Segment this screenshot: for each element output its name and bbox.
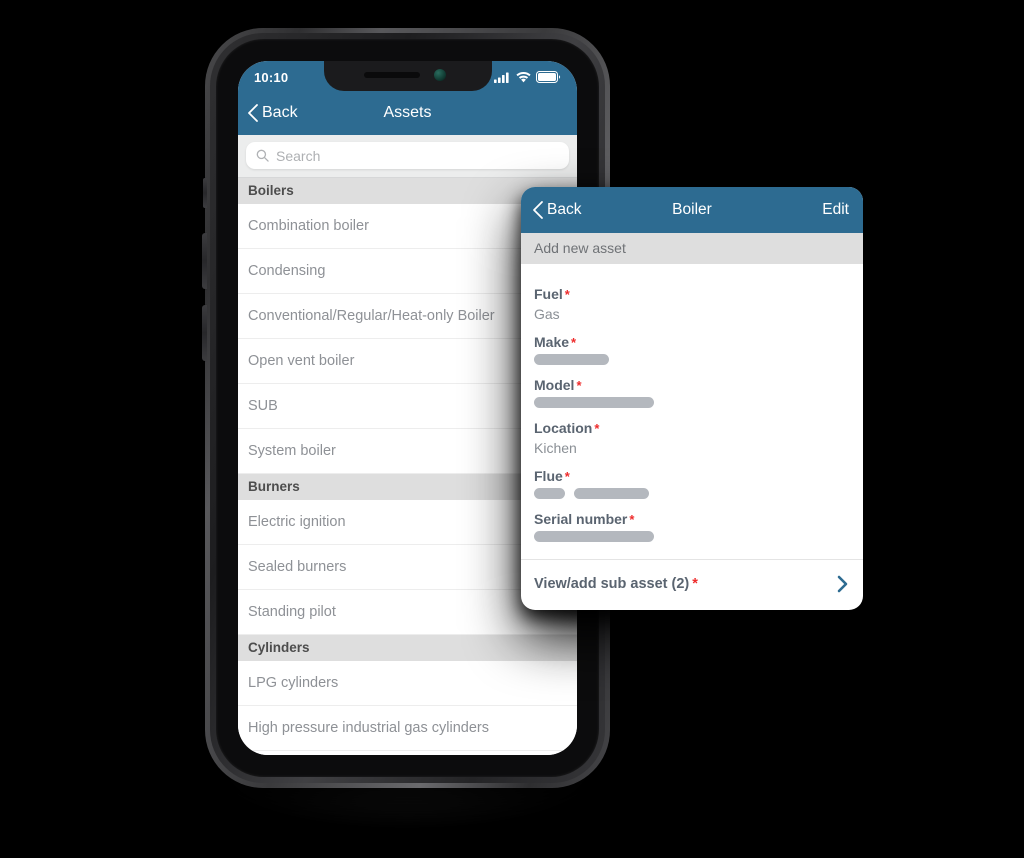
add-new-asset-label[interactable]: Add new asset (521, 233, 863, 264)
chevron-right-icon-wrap (836, 574, 849, 594)
mute-switch-button[interactable] (203, 178, 207, 208)
back-button[interactable]: Back (238, 103, 298, 123)
field-group: Serial number * (534, 511, 850, 542)
earpiece-speaker (363, 72, 420, 78)
field-group: Flue * (534, 468, 850, 499)
field-label: Serial number * (534, 511, 850, 527)
field-group: Location * Kichen (534, 420, 850, 456)
required-asterisk: * (594, 421, 600, 436)
field-value[interactable]: Kichen (534, 440, 850, 456)
field-label-text: Make (534, 334, 570, 350)
field-value-redacted[interactable] (534, 531, 850, 542)
search-bar-container: Search (238, 135, 577, 178)
battery-icon (536, 71, 561, 83)
sub-asset-label: View/add sub asset (2) * (534, 576, 698, 592)
search-placeholder: Search (276, 147, 321, 164)
back-button-label: Back (262, 104, 298, 121)
required-asterisk: * (692, 576, 698, 592)
field-value-redacted[interactable] (534, 488, 850, 499)
search-input[interactable]: Search (246, 142, 569, 169)
redaction-bar (574, 488, 649, 499)
redaction-bar (534, 354, 609, 365)
chevron-right-icon (837, 575, 848, 593)
search-icon (256, 149, 269, 162)
list-item[interactable]: High pressure industrial gas cylinders (238, 706, 577, 751)
redaction-bar (534, 397, 654, 408)
field-label-text: Flue (534, 468, 563, 484)
section-header: Cylinders (238, 635, 577, 661)
phone-nav-bar: Back Assets (238, 91, 577, 135)
field-label: Fuel * (534, 286, 850, 302)
field-label: Flue * (534, 468, 850, 484)
chevron-left-icon (533, 201, 543, 219)
field-value-redacted[interactable] (534, 397, 850, 408)
wifi-icon (516, 71, 531, 82)
required-asterisk: * (629, 512, 635, 527)
edit-button[interactable]: Edit (822, 201, 849, 219)
field-label-text: Location (534, 420, 593, 436)
field-label-text: Model (534, 377, 575, 393)
field-value[interactable]: Gas (534, 306, 850, 322)
card-back-label: Back (547, 201, 582, 218)
required-asterisk: * (571, 335, 577, 350)
status-time: 10:10 (254, 69, 289, 85)
field-group: Model * (534, 377, 850, 408)
volume-up-button[interactable] (202, 233, 207, 289)
field-group: Make * (534, 334, 850, 365)
boiler-detail-card: Back Boiler Edit Add new asset Fuel * Gas M… (521, 187, 863, 610)
card-back-button[interactable]: Back (521, 200, 581, 220)
status-icon-group (494, 69, 561, 83)
required-asterisk: * (564, 469, 570, 484)
phone-notch (323, 61, 492, 91)
required-asterisk: * (576, 378, 582, 393)
list-item[interactable]: LPG cylinders (238, 661, 577, 706)
chevron-left-icon (248, 104, 258, 122)
field-label: Model * (534, 377, 850, 393)
field-label: Location * (534, 420, 850, 436)
field-group: Fuel * Gas (534, 286, 850, 322)
card-nav-bar: Back Boiler Edit (521, 187, 863, 233)
field-label-text: Serial number (534, 511, 628, 527)
asset-fields-list: Fuel * Gas Make * Model * Location * Kichen Flue * S… (521, 264, 863, 559)
field-value-redacted[interactable] (534, 354, 850, 365)
required-asterisk: * (564, 287, 570, 302)
field-label-text: Fuel (534, 286, 563, 302)
redaction-bar (534, 488, 565, 499)
redaction-bar (534, 531, 654, 542)
sub-asset-label-text: View/add sub asset (2) (534, 576, 690, 592)
field-label: Make * (534, 334, 850, 350)
cellular-signal-icon (494, 72, 509, 83)
view-add-sub-asset-row[interactable]: View/add sub asset (2) * (521, 559, 863, 610)
volume-down-button[interactable] (202, 305, 207, 361)
front-camera-icon (433, 69, 446, 81)
